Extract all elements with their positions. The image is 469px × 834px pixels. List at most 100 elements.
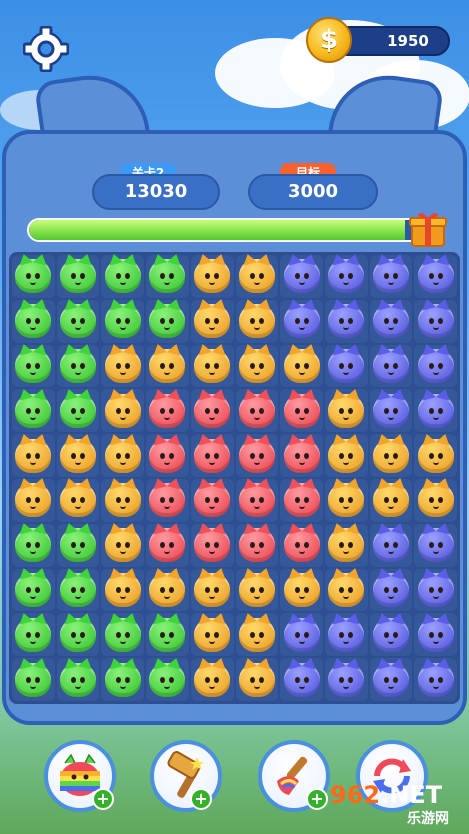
board-cell[interactable] [414,568,457,612]
board-cell[interactable] [12,255,55,298]
board-cell[interactable] [414,523,457,567]
board-cell[interactable] [280,568,323,612]
board-cell[interactable] [235,568,279,612]
game-board[interactable] [9,252,460,704]
gift-box-icon[interactable] [408,208,448,248]
board-cell[interactable] [56,658,100,701]
board-cell[interactable] [324,613,368,657]
add-hammer-booster-icon[interactable]: + [190,788,212,810]
board-cell[interactable] [369,434,413,477]
hammer-booster-button[interactable]: + [150,740,222,812]
board-cell[interactable] [146,568,189,612]
board-cell[interactable] [146,523,189,567]
board-cell[interactable] [324,658,368,701]
board-cell[interactable] [280,658,323,701]
board-cell[interactable] [146,613,189,657]
board-cell[interactable] [12,523,55,567]
board-cell[interactable] [369,478,413,522]
board-cell[interactable] [369,344,413,388]
board-cell[interactable] [56,434,100,477]
board-cell[interactable] [324,255,368,298]
board-cell[interactable] [190,255,234,298]
board-cell[interactable] [12,344,55,388]
board-cell[interactable] [12,568,55,612]
board-cell[interactable] [146,434,189,477]
board-cell[interactable] [235,478,279,522]
board-cell[interactable] [235,299,279,343]
board-cell[interactable] [324,299,368,343]
board-cell[interactable] [146,478,189,522]
board-cell[interactable] [101,658,145,701]
board-cell[interactable] [280,389,323,433]
board-cell[interactable] [324,568,368,612]
board-cell[interactable] [56,523,100,567]
board-cell[interactable] [190,434,234,477]
board-cell[interactable] [235,658,279,701]
board-cell[interactable] [369,389,413,433]
board-cell[interactable] [369,299,413,343]
board-cell[interactable] [101,434,145,477]
board-cell[interactable] [56,478,100,522]
board-cell[interactable] [56,344,100,388]
board-cell[interactable] [12,613,55,657]
board-cell[interactable] [280,299,323,343]
board-cell[interactable] [369,568,413,612]
board-cell[interactable] [56,255,100,298]
board-cell[interactable] [190,299,234,343]
board-cell[interactable] [414,344,457,388]
board-cell[interactable] [369,613,413,657]
board-cell[interactable] [101,344,145,388]
board-cell[interactable] [280,255,323,298]
board-cell[interactable] [12,299,55,343]
add-rainbow-booster-icon[interactable]: + [92,788,114,810]
board-cell[interactable] [12,658,55,701]
board-cell[interactable] [101,389,145,433]
board-cell[interactable] [146,344,189,388]
board-cell[interactable] [190,613,234,657]
board-cell[interactable] [324,344,368,388]
board-cell[interactable] [101,568,145,612]
board-cell[interactable] [12,434,55,477]
board-cell[interactable] [280,523,323,567]
board-cell[interactable] [56,299,100,343]
board-cell[interactable] [324,389,368,433]
board-cell[interactable] [280,434,323,477]
board-cell[interactable] [190,658,234,701]
board-cell[interactable] [369,255,413,298]
board-cell[interactable] [235,344,279,388]
board-cell[interactable] [56,613,100,657]
board-cell[interactable] [235,389,279,433]
board-cell[interactable] [12,389,55,433]
board-cell[interactable] [190,478,234,522]
board-cell[interactable] [369,658,413,701]
board-cell[interactable] [324,434,368,477]
board-cell[interactable] [280,613,323,657]
board-cell[interactable] [56,568,100,612]
board-cell[interactable] [146,658,189,701]
board-cell[interactable] [101,478,145,522]
board-cell[interactable] [414,478,457,522]
board-cell[interactable] [146,389,189,433]
board-cell[interactable] [280,478,323,522]
board-cell[interactable] [101,523,145,567]
board-cell[interactable] [414,255,457,298]
board-cell[interactable] [414,434,457,477]
board-cell[interactable] [190,568,234,612]
board-cell[interactable] [190,389,234,433]
board-cell[interactable] [369,523,413,567]
board-cell[interactable] [12,478,55,522]
settings-button[interactable] [22,25,70,73]
board-cell[interactable] [414,299,457,343]
rainbow-cat-booster-button[interactable]: + [44,740,116,812]
add-brush-booster-icon[interactable]: + [306,788,328,810]
board-cell[interactable] [414,658,457,701]
board-cell[interactable] [235,434,279,477]
board-cell[interactable] [56,389,100,433]
board-cell[interactable] [235,255,279,298]
board-cell[interactable] [146,255,189,298]
board-cell[interactable] [101,299,145,343]
board-cell[interactable] [190,344,234,388]
board-cell[interactable] [146,299,189,343]
board-cell[interactable] [101,255,145,298]
board-cell[interactable] [280,344,323,388]
